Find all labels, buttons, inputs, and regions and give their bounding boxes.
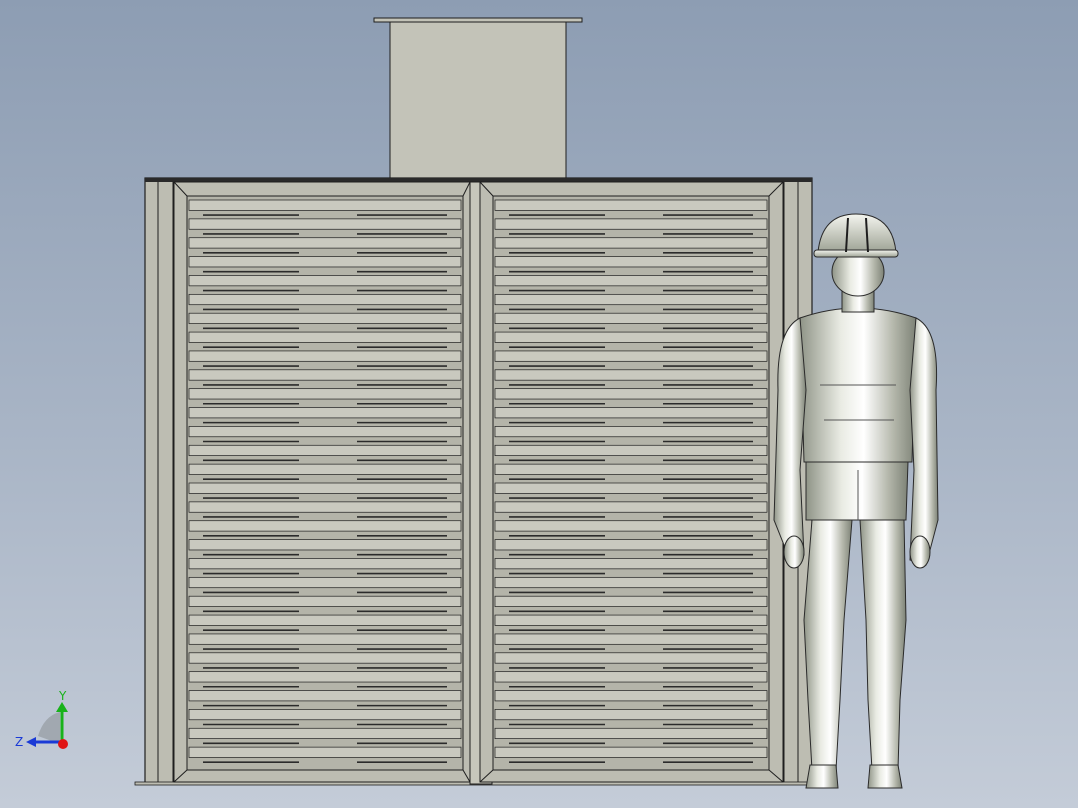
louver-blade xyxy=(188,218,462,230)
louver-blade xyxy=(494,501,768,513)
louver-blade xyxy=(494,388,768,400)
louver-blade xyxy=(188,709,462,721)
z-axis-head xyxy=(26,737,36,747)
louver-blade xyxy=(188,463,462,475)
louver-blade xyxy=(494,671,768,683)
louver-blade xyxy=(494,558,768,570)
louver-blade xyxy=(494,444,768,456)
louver-blade xyxy=(188,558,462,570)
y-axis-head xyxy=(56,702,68,712)
louver-blade xyxy=(494,463,768,475)
louver-blade xyxy=(494,218,768,230)
duct-outlet xyxy=(373,17,583,180)
louver-blade xyxy=(188,237,462,249)
louver-panel-right xyxy=(479,181,784,783)
louver-blade xyxy=(494,727,768,739)
orientation-triad[interactable]: Y Z xyxy=(15,689,68,749)
louver-blade xyxy=(494,312,768,324)
louver-blade xyxy=(188,520,462,532)
louver-blade xyxy=(494,520,768,532)
louver-blade xyxy=(494,350,768,362)
louver-panel-left xyxy=(173,181,471,783)
louver-blade xyxy=(188,727,462,739)
louver-blade xyxy=(188,388,462,400)
louver-blade xyxy=(494,426,768,438)
louver-blade xyxy=(188,350,462,362)
louver-blade xyxy=(494,633,768,645)
louver-blade xyxy=(188,482,462,494)
y-axis-label: Y xyxy=(58,689,67,703)
louver-blade xyxy=(494,256,768,268)
louver-blade xyxy=(188,595,462,607)
louver-blade xyxy=(494,369,768,381)
louver-blade xyxy=(188,652,462,664)
louver-blade xyxy=(188,275,462,287)
louver-blade xyxy=(188,746,462,758)
louver-blade xyxy=(188,633,462,645)
louver-blade xyxy=(494,652,768,664)
louver-blade xyxy=(494,331,768,343)
cad-viewport[interactable]: Y Z xyxy=(0,0,1078,808)
louver-blade xyxy=(188,671,462,683)
louver-blade xyxy=(494,595,768,607)
louver-blade xyxy=(494,482,768,494)
louver-blade xyxy=(188,539,462,551)
triad-plane-icon xyxy=(38,712,60,744)
louver-blade xyxy=(188,407,462,419)
x-axis-point xyxy=(58,739,68,749)
z-axis-label: Z xyxy=(15,735,23,749)
louver-blade xyxy=(188,690,462,702)
louver-blade xyxy=(188,426,462,438)
louver-blade xyxy=(188,293,462,306)
louver-blade xyxy=(494,199,768,211)
louver-blade xyxy=(494,539,768,551)
louver-blade xyxy=(494,407,768,419)
louver-blade xyxy=(494,746,768,758)
louver-blade xyxy=(494,614,768,626)
louver-blade xyxy=(494,709,768,721)
louver-blade xyxy=(188,501,462,513)
louver-blade xyxy=(494,237,768,249)
louver-blade xyxy=(188,256,462,268)
louver-blade xyxy=(188,312,462,324)
louver-blade xyxy=(188,576,462,589)
louver-blade xyxy=(188,614,462,626)
louver-blade xyxy=(494,293,768,306)
louver-blade xyxy=(188,199,462,211)
louver-blade xyxy=(188,331,462,343)
louver-blade xyxy=(494,576,768,589)
louver-blade xyxy=(188,444,462,456)
louver-blade xyxy=(188,369,462,381)
louver-blade xyxy=(494,690,768,702)
louver-blade xyxy=(494,275,768,287)
